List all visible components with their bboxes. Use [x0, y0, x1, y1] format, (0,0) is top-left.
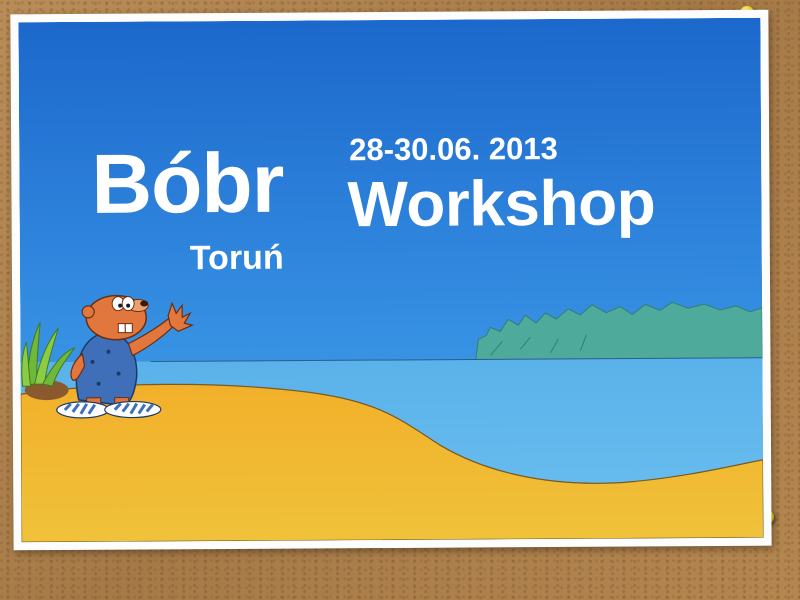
poster-title: Bóbr: [91, 135, 284, 231]
beaver-shoe-right: [104, 400, 162, 419]
poster-subtitle: Workshop: [347, 166, 656, 241]
poster-scene: Bóbr 28-30.06. 2013 Workshop Toruń: [18, 17, 764, 543]
scene-illustration: [18, 17, 764, 543]
beaver-shoe-left: [56, 401, 110, 419]
poster-sheet: Bóbr 28-30.06. 2013 Workshop Toruń: [10, 9, 772, 551]
event-date: 28-30.06. 2013: [349, 130, 558, 168]
event-location: Toruń: [189, 238, 284, 278]
